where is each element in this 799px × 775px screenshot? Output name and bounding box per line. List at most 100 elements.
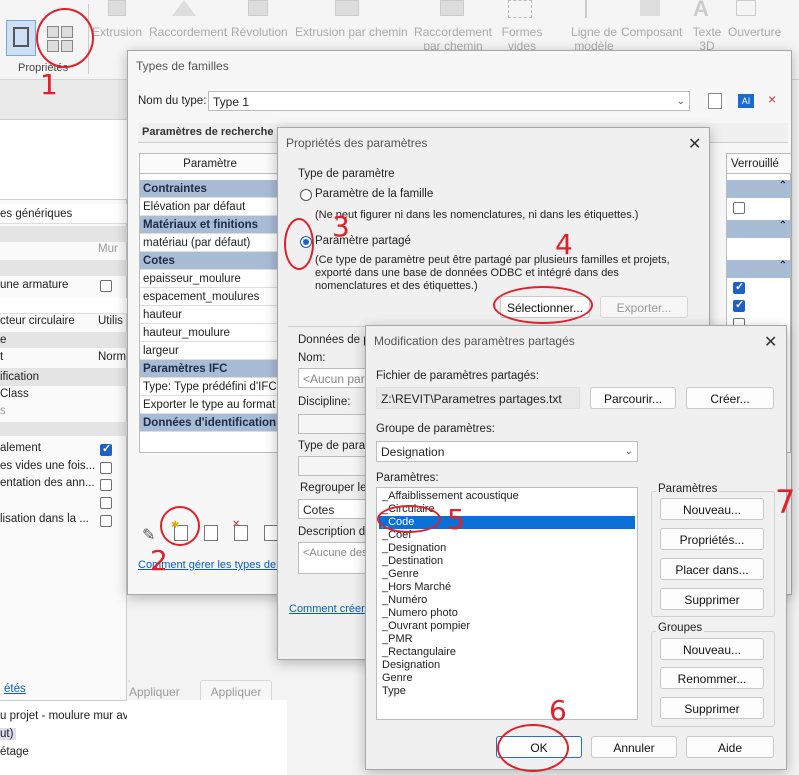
- param-row[interactable]: espacement_moulures: [140, 288, 280, 306]
- col-header-lock[interactable]: Verrouillé: [727, 154, 791, 174]
- param-row[interactable]: hauteur: [140, 306, 280, 324]
- export-button[interactable]: Exporter...: [600, 296, 688, 318]
- browse-button[interactable]: Parcourir...: [590, 387, 676, 409]
- properties-help-link[interactable]: étés: [4, 683, 26, 695]
- lock-checkbox-espacement[interactable]: [733, 298, 745, 312]
- tree-item-2[interactable]: étage: [0, 746, 29, 758]
- type-name-select[interactable]: Type 1 ⌄: [208, 91, 690, 111]
- family-param-label[interactable]: Paramètre de la famille: [315, 188, 433, 200]
- new-parameter-icon[interactable]: ✱: [171, 520, 188, 541]
- lock-checkbox-elevation[interactable]: [733, 202, 745, 214]
- family-type-selector[interactable]: es génériques: [0, 204, 127, 224]
- create-file-button[interactable]: Créer...: [686, 387, 774, 409]
- param-list-item[interactable]: _Circulaire: [379, 503, 635, 516]
- param-row[interactable]: epaisseur_moulure: [140, 270, 280, 288]
- param-row[interactable]: hauteur_moulure: [140, 324, 280, 342]
- param-group-row[interactable]: Données d'identification: [140, 414, 280, 432]
- param-list-item[interactable]: _Rectangulaire: [379, 646, 635, 659]
- param-list-item[interactable]: _Destination: [379, 555, 635, 568]
- tree-item-1[interactable]: ut): [0, 728, 16, 740]
- ribbon-extrusion-chemin[interactable]: Extrusion par chemin: [295, 25, 408, 39]
- alement-checkbox[interactable]: [100, 442, 112, 456]
- shared-param-radio[interactable]: [300, 236, 312, 248]
- edit-pencil-icon[interactable]: ✎: [142, 525, 155, 545]
- group-e: e: [0, 332, 127, 348]
- lock-checkbox-epaisseur[interactable]: [733, 280, 745, 294]
- ribbon-ligne-modele[interactable]: Ligne de modèle: [568, 25, 620, 53]
- shared-param-label[interactable]: Paramètre partagé: [315, 235, 411, 247]
- discipline-label: Discipline:: [298, 396, 351, 408]
- delete-parameter-icon[interactable]: ✕: [232, 519, 248, 541]
- ribbon-extrusion[interactable]: Extrusion: [92, 25, 142, 39]
- help-button[interactable]: Aide: [686, 736, 774, 758]
- cancel-button[interactable]: Annuler: [591, 736, 677, 758]
- close-icon[interactable]: ✕: [688, 134, 701, 154]
- apply-button-visible[interactable]: Appliquer: [200, 680, 272, 702]
- modify-parameter-icon[interactable]: [204, 525, 218, 541]
- param-group-row[interactable]: Paramètres IFC: [140, 360, 280, 378]
- delete-type-icon[interactable]: ×: [768, 91, 776, 107]
- properties-panel: es génériques Mur une armature cteur cir…: [0, 80, 217, 775]
- param-row[interactable]: Exporter le type au format: [140, 396, 280, 414]
- param-list-item[interactable]: Designation: [379, 659, 635, 672]
- ribbon-texte-3d[interactable]: Texte 3D: [690, 25, 724, 53]
- param-list-item[interactable]: Genre: [379, 672, 635, 685]
- annotation-checkbox[interactable]: [100, 479, 112, 491]
- param-list-item[interactable]: _Ouvrant pompier: [379, 620, 635, 633]
- rename-group-button[interactable]: Renommer...: [660, 667, 764, 689]
- vides-checkbox[interactable]: [100, 462, 112, 474]
- close-icon[interactable]: ✕: [764, 332, 777, 352]
- family-param-radio[interactable]: [300, 189, 312, 201]
- delete-group-button[interactable]: Supprimer: [660, 697, 764, 719]
- shared-params-title: Modification des paramètres partagés: [374, 334, 575, 348]
- param-group-select[interactable]: Designation ⌄: [376, 441, 638, 462]
- prop-alement: alement: [0, 442, 41, 454]
- create-param-link[interactable]: Comment créer: [289, 603, 365, 615]
- param-list-item[interactable]: _Hors Marché: [379, 581, 635, 594]
- prop-annotation: entation des ann...: [0, 477, 95, 489]
- ribbon-ouverture[interactable]: Ouverture: [728, 25, 781, 39]
- new-type-icon[interactable]: [708, 93, 722, 109]
- param-row[interactable]: matériau (par défaut): [140, 234, 280, 252]
- param-list-item[interactable]: _PMR: [379, 633, 635, 646]
- armature-checkbox[interactable]: [100, 280, 112, 292]
- apply-button[interactable]: Appliquer: [128, 680, 180, 699]
- param-list-item[interactable]: _Affaiblissement acoustique: [379, 490, 635, 503]
- param-list-item[interactable]: _Code: [379, 516, 635, 529]
- select-button[interactable]: Sélectionner...: [500, 296, 590, 318]
- param-group-row[interactable]: Contraintes: [140, 180, 280, 198]
- param-row[interactable]: largeur: [140, 342, 280, 360]
- col-header-param[interactable]: Paramètre: [140, 154, 280, 174]
- param-props-button[interactable]: Propriétés...: [660, 528, 764, 550]
- copy-parameter-icon[interactable]: [264, 525, 278, 541]
- row-line-3: [0, 422, 127, 436]
- param-list-item[interactable]: _Numéro: [379, 594, 635, 607]
- param-row[interactable]: Elévation par défaut: [140, 198, 280, 216]
- rename-type-icon[interactable]: AI: [738, 94, 754, 108]
- param-list-item[interactable]: _Coef: [379, 529, 635, 542]
- place-in-button[interactable]: Placer dans...: [660, 558, 764, 580]
- ok-button[interactable]: OK: [496, 736, 582, 758]
- param-list-item[interactable]: _Genre: [379, 568, 635, 581]
- new-param-button[interactable]: Nouveau...: [660, 498, 764, 520]
- properties-button[interactable]: [6, 20, 36, 56]
- param-group-row[interactable]: Cotes: [140, 252, 280, 270]
- manage-types-link[interactable]: Comment gérer les types de f: [138, 559, 282, 571]
- delete-param-button[interactable]: Supprimer: [660, 588, 764, 610]
- param-group-row[interactable]: Matériaux et finitions: [140, 216, 280, 234]
- utilisation-checkbox[interactable]: [100, 515, 112, 527]
- new-group-button[interactable]: Nouveau...: [660, 638, 764, 660]
- param-row[interactable]: Type: Type prédéfini d'IFC: [140, 378, 280, 396]
- blank-checkbox[interactable]: [100, 497, 112, 509]
- param-list-item[interactable]: _Designation: [379, 542, 635, 555]
- type-properties-icon[interactable]: [45, 24, 77, 54]
- ribbon-raccordement[interactable]: Raccordement: [149, 25, 227, 39]
- ribbon-raccordement-chemin[interactable]: Raccordement par chemin: [413, 25, 493, 53]
- ribbon-revolution[interactable]: Révolution: [231, 25, 288, 39]
- ribbon-composant[interactable]: Composant: [621, 25, 682, 39]
- param-list-item[interactable]: _Numero photo: [379, 607, 635, 620]
- params-listbox[interactable]: _Affaiblissement acoustique _Circulaire _C…: [376, 487, 638, 720]
- ribbon-formes-vides[interactable]: Formes vides: [500, 25, 544, 53]
- file-path-field[interactable]: Z:\REVIT\Parametres partages.txt: [376, 387, 580, 409]
- param-list-item[interactable]: Type: [379, 685, 635, 698]
